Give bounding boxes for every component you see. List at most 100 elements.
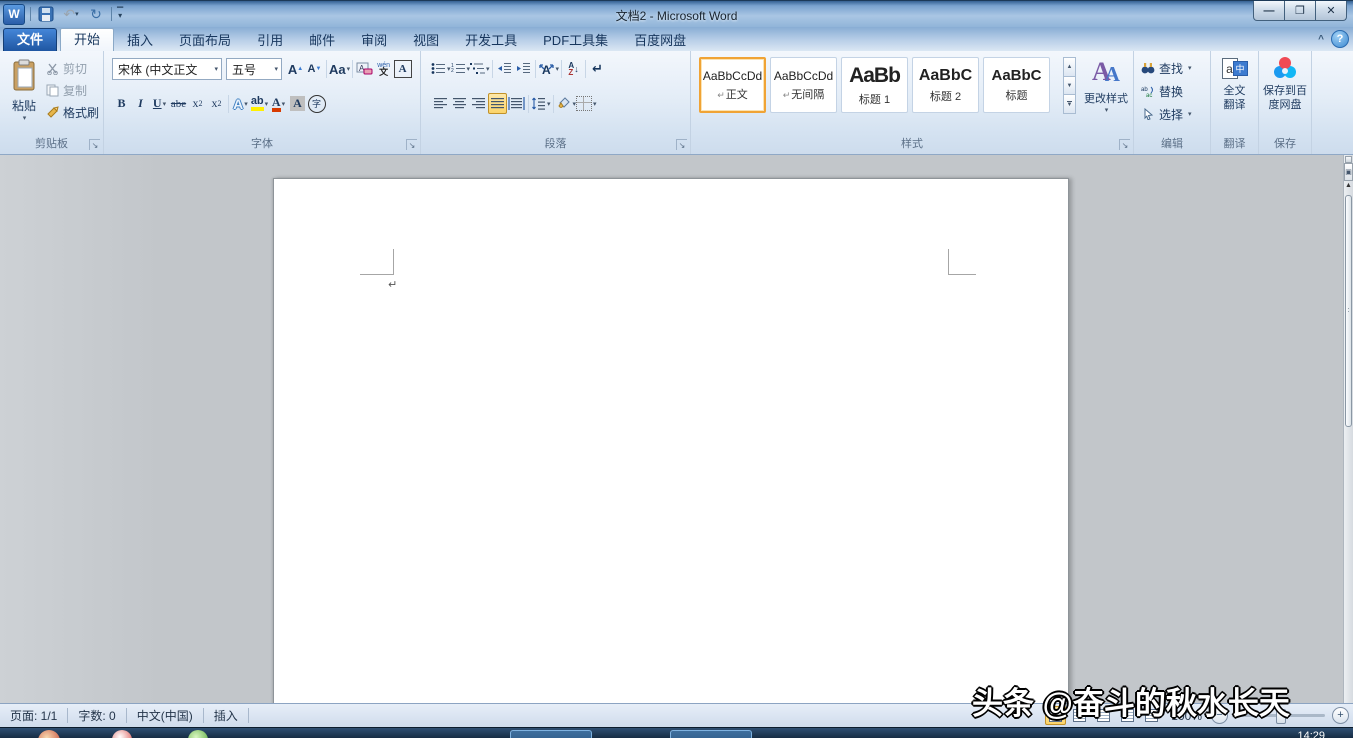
style-title[interactable]: AaBbC 标题	[983, 57, 1050, 113]
windows-taskbar[interactable]: 14:29	[0, 727, 1353, 738]
underline-button[interactable]: U ▾	[150, 93, 169, 114]
copy-button[interactable]: 复制	[46, 81, 99, 99]
asian-layout-button[interactable]: A ▾	[538, 58, 559, 79]
select-button[interactable]: 选择 ▾	[1141, 105, 1192, 123]
restore-button[interactable]: ❐	[1284, 1, 1316, 21]
clipboard-dialog-launcher[interactable]: ↘	[89, 139, 100, 150]
show-hide-marks-button[interactable]: ↵	[588, 58, 607, 79]
change-case-button[interactable]: Aa ▾	[329, 59, 350, 80]
bullets-button[interactable]: ▾	[431, 58, 451, 79]
font-size-value: 五号	[232, 62, 257, 77]
replace-button[interactable]: ab ac 替换	[1141, 82, 1192, 100]
font-group: 宋体 (中文正文 ▾ 五号 ▾ A ▲ A ▼ Aa ▾ A wén 文 A B…	[104, 51, 421, 154]
bold-button[interactable]: B	[112, 93, 131, 114]
scroll-up-icon[interactable]: ▲	[1344, 182, 1353, 189]
insert-mode-indicator[interactable]: 插入	[204, 704, 248, 727]
change-styles-button[interactable]: AA 更改样式 ▾	[1081, 55, 1131, 141]
tab-view[interactable]: 视图	[400, 30, 452, 51]
taskbar-clock[interactable]: 14:29	[1297, 730, 1325, 738]
strikethrough-button[interactable]: abe	[169, 93, 188, 114]
tab-page-layout[interactable]: 页面布局	[166, 30, 244, 51]
paste-dropdown-icon[interactable]: ▾	[23, 114, 27, 122]
tab-insert[interactable]: 插入	[114, 30, 166, 51]
styles-group-label: 样式	[901, 138, 923, 150]
text-effects-button[interactable]: A ▾	[231, 93, 250, 114]
superscript-button[interactable]: x2	[207, 93, 226, 114]
zoom-in-button[interactable]: +	[1332, 707, 1349, 724]
distribute-button[interactable]	[507, 93, 526, 114]
full-translate-button[interactable]: a 中 全文 翻译	[1213, 57, 1256, 112]
minimize-button[interactable]: —	[1253, 1, 1285, 21]
decrease-indent-button[interactable]	[495, 58, 514, 79]
cut-button[interactable]: 剪切	[46, 59, 99, 77]
shading-button[interactable]: ▾	[556, 93, 576, 114]
ruler-toggle-button[interactable]: ▣	[1344, 163, 1353, 181]
style-heading2[interactable]: AaBbC 标题 2	[912, 57, 979, 113]
taskbar-app-icon[interactable]	[188, 730, 208, 738]
grow-font-button[interactable]: A ▲	[286, 59, 305, 80]
document-page[interactable]: ↵	[273, 178, 1069, 704]
styles-scroll-down-icon[interactable]: ▼	[1063, 75, 1076, 96]
styles-more-button[interactable]: ▼	[1063, 94, 1076, 115]
tab-baidu-pan[interactable]: 百度网盘	[621, 30, 699, 51]
tab-review[interactable]: 审阅	[348, 30, 400, 51]
scrollbar-thumb[interactable]	[1345, 195, 1352, 427]
multilevel-list-button[interactable]: ▾	[470, 58, 490, 79]
increase-indent-button[interactable]	[514, 58, 533, 79]
sort-button[interactable]: AZ ↓	[564, 58, 583, 79]
paragraph-dialog-launcher[interactable]: ↘	[676, 139, 687, 150]
justify-button[interactable]	[488, 93, 507, 114]
align-right-button[interactable]	[469, 93, 488, 114]
tab-home[interactable]: 开始	[60, 28, 115, 51]
highlight-color-button[interactable]: ab ▾	[250, 93, 269, 114]
style-heading1[interactable]: AaBb 标题 1	[841, 57, 908, 113]
character-shading-button[interactable]: A	[288, 93, 307, 114]
change-styles-label: 更改样式	[1084, 93, 1128, 105]
cut-label: 剪切	[63, 61, 88, 76]
chevron-down-icon: ▾	[214, 66, 218, 73]
font-dialog-launcher[interactable]: ↘	[406, 139, 417, 150]
align-center-button[interactable]	[450, 93, 469, 114]
numbering-button[interactable]: 12 ▾	[451, 58, 471, 79]
font-color-button[interactable]: A ▾	[269, 93, 288, 114]
enclose-characters-button[interactable]: 字	[307, 93, 326, 114]
vertical-scrollbar[interactable]: ▣ ▲	[1343, 155, 1353, 703]
split-handle[interactable]	[1345, 156, 1352, 163]
align-left-icon	[434, 98, 447, 109]
taskbar-app-icon[interactable]	[112, 730, 132, 738]
pinyin-icon: wén 文	[377, 62, 391, 77]
tab-references[interactable]: 引用	[244, 30, 296, 51]
tab-file[interactable]: 文件	[3, 28, 58, 51]
shrink-font-button[interactable]: A ▼	[305, 59, 324, 80]
italic-button[interactable]: I	[131, 93, 150, 114]
paste-button[interactable]: 粘贴 ▾	[5, 57, 43, 141]
help-button[interactable]: ?	[1331, 30, 1349, 48]
styles-dialog-launcher[interactable]: ↘	[1119, 139, 1130, 150]
tab-mailings[interactable]: 邮件	[296, 30, 348, 51]
style-normal[interactable]: AaBbCcDd ↵正文	[699, 57, 766, 113]
save-to-baidu-button[interactable]: 保存到百 度网盘	[1261, 57, 1309, 112]
subscript-button[interactable]: x2	[188, 93, 207, 114]
format-painter-button[interactable]: 格式刷	[46, 103, 99, 121]
font-size-combo[interactable]: 五号 ▾	[226, 58, 282, 80]
clear-formatting-button[interactable]: A	[355, 59, 374, 80]
find-button[interactable]: 查找 ▾	[1141, 59, 1192, 77]
taskbar-window-button[interactable]	[510, 730, 592, 738]
taskbar-window-button[interactable]	[670, 730, 752, 738]
close-button[interactable]: ✕	[1315, 1, 1347, 21]
borders-button[interactable]: ▾	[576, 93, 597, 114]
character-border-button[interactable]: A	[393, 59, 412, 80]
styles-scroll-up-icon[interactable]: ▲	[1063, 57, 1076, 77]
page-indicator[interactable]: 页面: 1/1	[0, 704, 67, 727]
align-left-button[interactable]	[431, 93, 450, 114]
font-family-combo[interactable]: 宋体 (中文正文 ▾	[112, 58, 222, 80]
language-indicator[interactable]: 中文(中国)	[127, 704, 203, 727]
style-no-spacing[interactable]: AaBbCcDd ↵无间隔	[770, 57, 837, 113]
line-spacing-button[interactable]: ▾	[531, 93, 551, 114]
tab-pdf-tools[interactable]: PDF工具集	[530, 30, 621, 51]
taskbar-app-icon[interactable]	[38, 730, 60, 738]
collapse-ribbon-icon[interactable]: ^	[1318, 34, 1324, 45]
tab-developer[interactable]: 开发工具	[452, 30, 530, 51]
pinyin-guide-button[interactable]: wén 文	[374, 59, 393, 80]
word-count[interactable]: 字数: 0	[68, 704, 125, 727]
